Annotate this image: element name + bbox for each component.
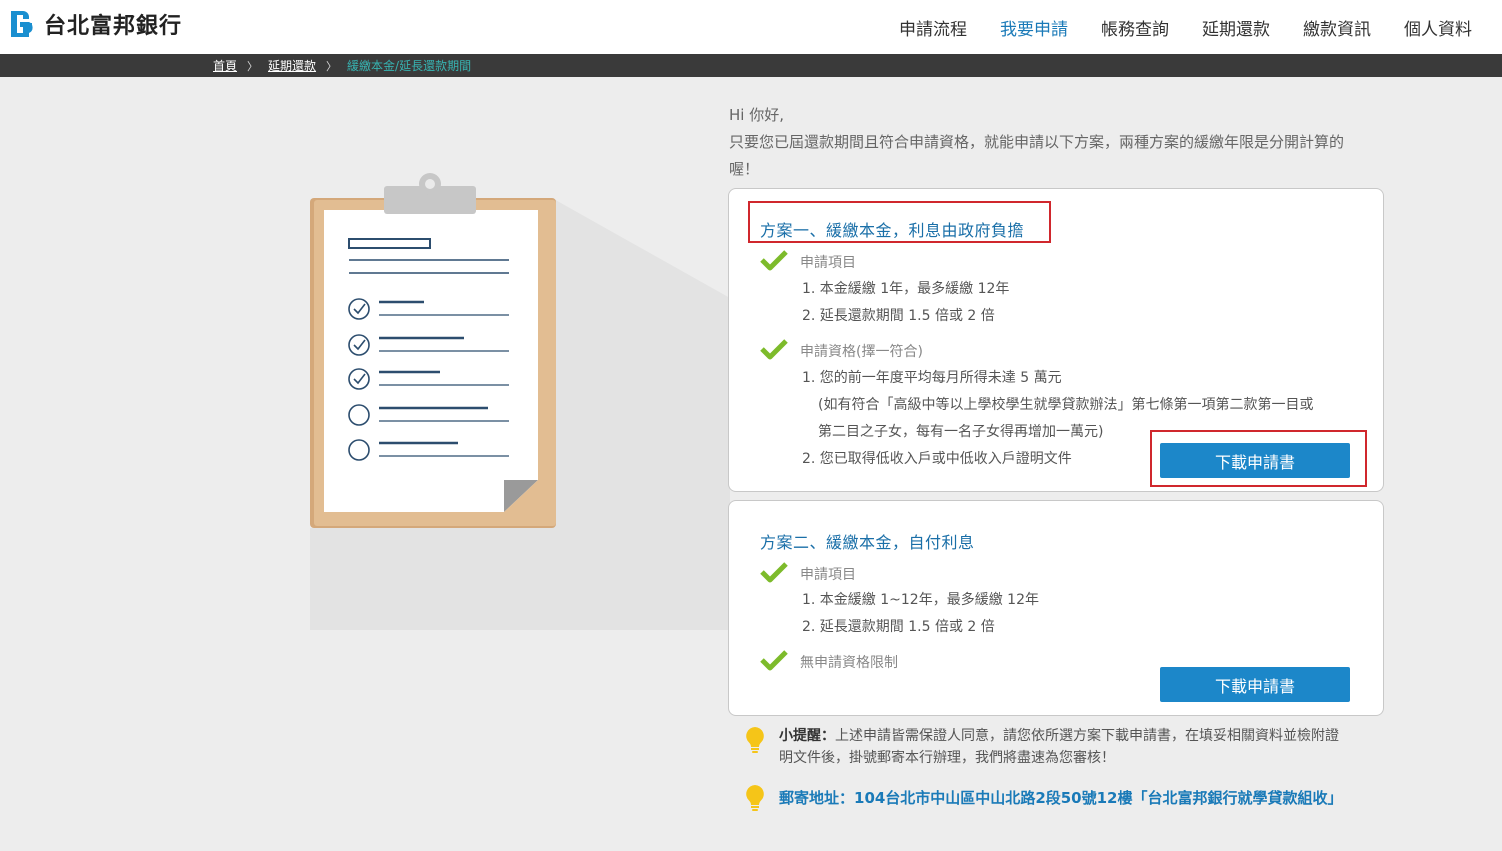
plan2-download-button[interactable]: 下載申請書 <box>1160 667 1350 702</box>
fubon-logo-icon <box>11 11 33 37</box>
plan2-card: 方案二、緩繳本金，自付利息 申請項目 1. 本金緩繳 1~12年，最多緩繳 12… <box>728 500 1384 716</box>
nav-personal-info[interactable]: 個人資料 <box>1404 15 1472 40</box>
mailing-address: 郵寄地址：104台北市中山區中山北路2段50號12樓「台北富邦銀行就學貸款組收」 <box>779 789 1343 807</box>
nav-account-query[interactable]: 帳務查詢 <box>1101 15 1169 40</box>
plan1-apply-item: 2. 延長還款期間 1.5 倍或 2 倍 <box>802 308 995 324</box>
breadcrumb-home[interactable]: 首頁 <box>213 57 237 74</box>
intro-greeting: Hi 你好, <box>729 106 784 124</box>
plan2-apply-item: 2. 延長還款期間 1.5 倍或 2 倍 <box>802 619 995 635</box>
top-header: 台北富邦銀行 申請流程 我要申請 帳務查詢 延期還款 繳款資訊 個人資料 <box>0 0 1502 54</box>
plan1-qual-note: (如有符合「高級中等以上學校學生就學貸款辦法」第七條第一項第二款第一目或 <box>818 397 1314 413</box>
plan1-qual-item: 2. 您已取得低收入戶或中低收入戶證明文件 <box>802 451 1072 467</box>
plan1-qual-item: 1. 您的前一年度平均每月所得未達 5 萬元 <box>802 370 1062 386</box>
breadcrumb-separator: 〉 <box>247 59 259 73</box>
reminder-line-1: 上述申請皆需保證人同意，請您依所選方案下載申請書，在填妥相關資料並檢附證 <box>835 728 1339 744</box>
clipboard-illustration <box>310 173 730 630</box>
reminder-text: 小提醒：上述申請皆需保證人同意，請您依所選方案下載申請書，在填妥相關資料並檢附證… <box>779 725 1384 769</box>
nav-apply[interactable]: 我要申請 <box>1000 15 1068 40</box>
check-icon <box>760 650 788 671</box>
plan1-apply-label: 申請項目 <box>800 255 856 271</box>
highlight-box-button <box>1150 430 1367 487</box>
intro-text: Hi 你好, 只要您已屆還款期間且符合申請資格，就能申請以下方案，兩種方案的緩繳… <box>729 102 1389 183</box>
reminder-line-2: 明文件後，掛號郵寄本行辦理，我們將盡速為您審核！ <box>779 750 1115 766</box>
check-icon <box>760 562 788 583</box>
check-icon <box>760 339 788 360</box>
intro-line-1: 只要您已屆還款期間且符合申請資格，就能申請以下方案，兩種方案的緩繳年限是分開計算… <box>729 133 1345 151</box>
lightbulb-icon <box>746 785 764 811</box>
highlight-box-title <box>748 201 1051 243</box>
breadcrumb-deferred[interactable]: 延期還款 <box>268 57 316 74</box>
plan1-qual-note: 第二目之子女，每有一名子女得再增加一萬元) <box>818 424 1104 440</box>
check-icon <box>760 250 788 271</box>
breadcrumb-current: 緩繳本金/延長還款期間 <box>347 59 472 73</box>
nav-apply-process[interactable]: 申請流程 <box>899 15 967 40</box>
plan2-title: 方案二、緩繳本金，自付利息 <box>760 533 975 552</box>
plan2-apply-item: 1. 本金緩繳 1~12年，最多緩繳 12年 <box>802 592 1039 608</box>
brand-logo[interactable]: 台北富邦銀行 <box>8 8 182 40</box>
breadcrumb: 首頁 〉 延期還款 〉 緩繳本金/延長還款期間 <box>213 54 471 77</box>
breadcrumb-separator: 〉 <box>326 59 338 73</box>
plan1-qual-label: 申請資格(擇一符合) <box>800 344 923 360</box>
lightbulb-icon <box>746 727 764 753</box>
plan2-apply-label: 申請項目 <box>800 567 856 583</box>
reminder-label: 小提醒： <box>779 728 835 744</box>
plan2-qual-label: 無申請資格限制 <box>800 655 898 671</box>
intro-line-2: 喔！ <box>729 160 760 178</box>
plan1-apply-item: 1. 本金緩繳 1年，最多緩繳 12年 <box>802 281 1010 297</box>
breadcrumb-bar: 首頁 〉 延期還款 〉 緩繳本金/延長還款期間 <box>0 54 1502 77</box>
brand-name: 台北富邦銀行 <box>44 14 183 39</box>
main-nav: 申請流程 我要申請 帳務查詢 延期還款 繳款資訊 個人資料 <box>866 0 1472 54</box>
nav-payment-info[interactable]: 繳款資訊 <box>1303 15 1371 40</box>
nav-deferred-repayment[interactable]: 延期還款 <box>1202 15 1270 40</box>
